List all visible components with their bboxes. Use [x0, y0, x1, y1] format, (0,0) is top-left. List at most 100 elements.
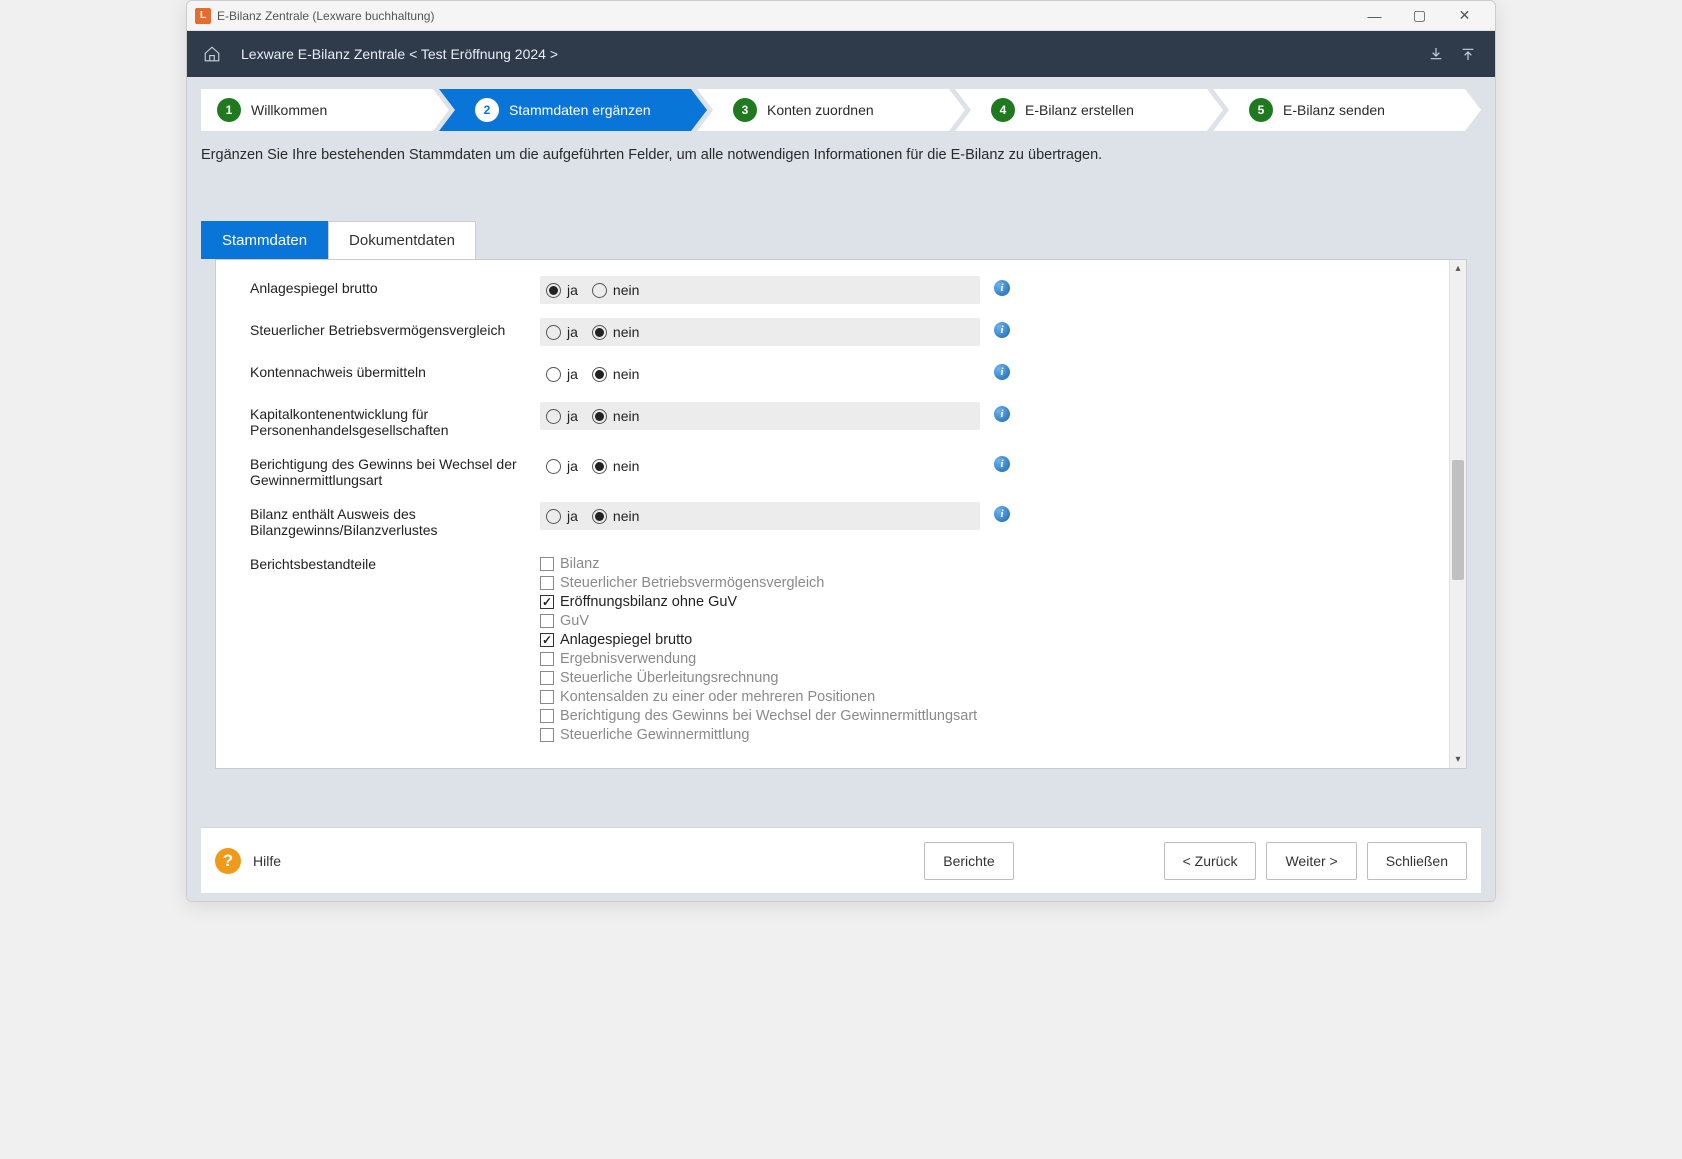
checkbox-label: Eröffnungsbilanz ohne GuV	[560, 594, 737, 610]
tab-stammdaten[interactable]: Stammdaten	[201, 221, 328, 259]
help-label[interactable]: Hilfe	[253, 853, 281, 869]
info-wrap: i	[994, 318, 1010, 338]
home-icon[interactable]	[201, 43, 223, 65]
info-icon[interactable]: i	[994, 406, 1010, 422]
radio-nein[interactable]	[592, 409, 607, 424]
form-row: Kontennachweis übermittelnjaneini	[250, 360, 1425, 388]
form-row-label: Steuerlicher Betriebsvermögensvergleich	[250, 318, 540, 338]
form-scroll-area: Anlagespiegel brutto ja nein i Steuerlicher …	[216, 260, 1449, 768]
instruction-text: Ergänzen Sie Ihre bestehenden Stammdaten…	[201, 147, 1481, 163]
checkbox-label: Steuerliche Überleitungsrechnung	[560, 670, 778, 686]
radio-ja[interactable]	[546, 367, 561, 382]
radio-ja[interactable]	[546, 325, 561, 340]
checkbox[interactable]	[540, 595, 554, 609]
radio-label: ja	[567, 282, 578, 298]
close-button[interactable]: Schließen	[1367, 842, 1467, 880]
scroll-up-icon[interactable]: ▴	[1450, 260, 1466, 277]
radio-nein[interactable]	[592, 283, 607, 298]
radio-ja[interactable]	[546, 409, 561, 424]
info-icon[interactable]: i	[994, 322, 1010, 338]
checkbox-row: Ergebnisverwendung	[540, 651, 1100, 667]
info-wrap: i	[994, 360, 1010, 380]
wizard-step-number: 4	[991, 98, 1015, 122]
download-icon[interactable]	[1423, 41, 1449, 67]
radio-ja[interactable]	[546, 509, 561, 524]
radio-label: nein	[613, 282, 639, 298]
wizard-step-3[interactable]: 3Konten zuordnen	[697, 89, 965, 131]
checkbox-label: Berichtigung des Gewinns bei Wechsel der…	[560, 708, 977, 724]
checkbox-row: Steuerliche Gewinnermittlung	[540, 727, 1100, 743]
radio-label: ja	[567, 458, 578, 474]
wizard-step-number: 5	[1249, 98, 1273, 122]
wizard-step-2[interactable]: 2Stammdaten ergänzen	[439, 89, 707, 131]
form-row-label: Berichtigung des Gewinns bei Wechsel der…	[250, 452, 540, 488]
checkbox-row: Anlagespiegel brutto	[540, 632, 1100, 648]
radio-ja[interactable]	[546, 459, 561, 474]
info-icon[interactable]: i	[994, 506, 1010, 522]
footer-bar: ? Hilfe Berichte < Zurück Weiter > Schli…	[201, 827, 1481, 893]
radio-nein[interactable]	[592, 509, 607, 524]
radio-nein[interactable]	[592, 325, 607, 340]
radio-label: nein	[613, 408, 639, 424]
close-window-button[interactable]: ✕	[1442, 1, 1487, 31]
back-button[interactable]: < Zurück	[1164, 842, 1257, 880]
checkbox-row: Steuerliche Überleitungsrechnung	[540, 670, 1100, 686]
wizard-step-number: 3	[733, 98, 757, 122]
reports-button[interactable]: Berichte	[924, 842, 1013, 880]
radio-label: nein	[613, 458, 639, 474]
info-wrap: i	[994, 276, 1010, 296]
form-row: Kapitalkontenentwicklung für Personenhan…	[250, 402, 1425, 438]
radio-group: ja nein	[540, 452, 980, 480]
checkbox-label: Kontensalden zu einer oder mehreren Posi…	[560, 689, 875, 705]
checkbox	[540, 671, 554, 685]
upload-icon[interactable]	[1455, 41, 1481, 67]
wizard-step-number: 2	[475, 98, 499, 122]
radio-label: ja	[567, 366, 578, 382]
wizard-step-5[interactable]: 5E-Bilanz senden	[1213, 89, 1481, 131]
tabs: StammdatenDokumentdaten	[201, 221, 1481, 259]
radio-nein[interactable]	[592, 459, 607, 474]
form-row-label: Berichtsbestandteile	[250, 552, 540, 572]
form-row-checklist: BerichtsbestandteileBilanzSteuerlicher B…	[250, 552, 1425, 743]
wizard-step-number: 1	[217, 98, 241, 122]
tab-dokumentdaten[interactable]: Dokumentdaten	[328, 221, 476, 259]
radio-group: janein	[540, 402, 980, 430]
wizard-step-4[interactable]: 4E-Bilanz erstellen	[955, 89, 1223, 131]
help-icon[interactable]: ?	[215, 848, 241, 874]
next-button[interactable]: Weiter >	[1266, 842, 1356, 880]
content-area: 1 Willkommen 2Stammdaten ergänzen3Konten z…	[187, 77, 1495, 901]
radio-ja[interactable]	[546, 283, 561, 298]
form-panel: Anlagespiegel brutto ja nein i Steuerlicher …	[215, 259, 1467, 769]
checkbox-label: GuV	[560, 613, 589, 629]
checkbox	[540, 709, 554, 723]
scrollbar-thumb[interactable]	[1452, 460, 1464, 580]
checkbox-row: Bilanz	[540, 556, 1100, 572]
checkbox	[540, 614, 554, 628]
checkbox	[540, 576, 554, 590]
form-row-label: Kontennachweis übermitteln	[250, 360, 540, 380]
checkbox-label: Bilanz	[560, 556, 600, 572]
info-icon[interactable]: i	[994, 364, 1010, 380]
info-icon[interactable]: i	[994, 280, 1010, 296]
radio-nein[interactable]	[592, 367, 607, 382]
checkbox	[540, 557, 554, 571]
scrollbar[interactable]: ▴ ▾	[1449, 260, 1466, 768]
scroll-down-icon[interactable]: ▾	[1450, 751, 1466, 768]
checkbox	[540, 728, 554, 742]
wizard-step-label: Willkommen	[251, 102, 327, 118]
radio-group: ja nein	[540, 276, 980, 304]
header-bar: Lexware E-Bilanz Zentrale < Test Eröffnu…	[187, 31, 1495, 77]
checkbox	[540, 690, 554, 704]
form-row: Bilanz enthält Ausweis des Bilanzgewinns…	[250, 502, 1425, 538]
info-wrap: i	[994, 502, 1010, 522]
info-icon[interactable]: i	[994, 456, 1010, 472]
maximize-button[interactable]: ▢	[1397, 1, 1442, 31]
radio-label: nein	[613, 324, 639, 340]
checkbox-label: Anlagespiegel brutto	[560, 632, 692, 648]
checkbox[interactable]	[540, 633, 554, 647]
minimize-button[interactable]: —	[1352, 1, 1397, 31]
radio-group: janein	[540, 318, 980, 346]
radio-group: janein	[540, 360, 980, 388]
checkbox-list: BilanzSteuerlicher Betriebsvermögensverg…	[540, 552, 1100, 743]
wizard-step-1[interactable]: 1 Willkommen	[201, 89, 449, 131]
